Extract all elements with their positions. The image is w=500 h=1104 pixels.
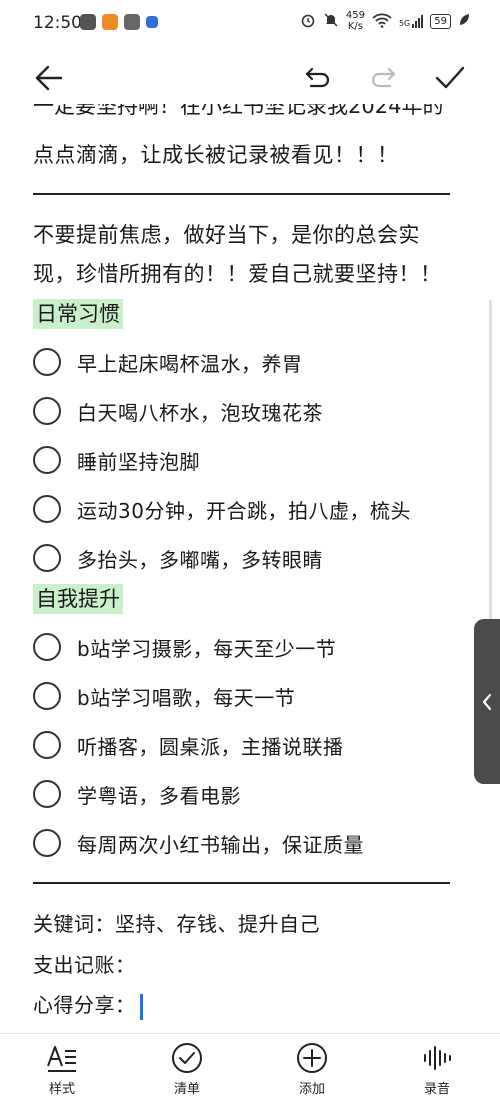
wechat-icon [80,14,96,30]
checklist-icon [172,1043,202,1073]
sharing-label: 心得分享： [33,993,136,1017]
checklist-item-text: 运动30分钟，开合跳，拍八虚，梳头 [77,498,411,523]
alarm-icon [300,12,316,31]
checklist-item-text: 学粤语，多看电影 [77,783,241,808]
chevron-left-icon [482,693,492,710]
net-speed: 459 K/s [346,10,365,32]
checklist-item[interactable]: b站学习唱歌，每天一节 [33,676,295,716]
checkbox-circle[interactable] [33,829,61,857]
divider [33,882,450,884]
notification-icons [80,14,158,30]
checklist-label: 清单 [173,1082,200,1097]
wifi-icon [372,12,392,31]
status-bar: 12:50 459 K/s 5G 59 [0,0,500,46]
undo-icon [305,67,330,88]
check-icon [435,66,465,89]
text-cursor [139,993,143,1020]
checklist-item-text: 多抬头，多嘟嘴，多转眼睛 [77,547,323,572]
bottom-toolbar: 样式 清单 添加 录音 [0,1033,500,1104]
paragraph-line[interactable]: 现，珍惜所拥有的！！爱自己就要坚持！！ [33,254,442,294]
checkbox-circle[interactable] [33,397,61,425]
sharing-line[interactable]: 心得分享： [33,989,143,1020]
checklist-item[interactable]: 运动30分钟，开合跳，拍八虚，梳头 [33,489,411,529]
divider [33,193,450,195]
app-badge-icon [146,16,158,28]
add-label: 添加 [298,1082,325,1097]
signal-icon: 5G [398,14,424,28]
app-notification-icon [102,14,118,30]
status-time: 12:50 [33,13,82,33]
status-right: 459 K/s 5G 59 [300,10,470,32]
checklist-item[interactable]: 学粤语，多看电影 [33,774,241,814]
checkbox-circle[interactable] [33,731,61,759]
text-style-icon [47,1046,76,1072]
checklist-item[interactable]: 多抬头，多嘟嘴，多转眼睛 [33,538,323,578]
side-panel-handle[interactable] [474,619,500,784]
editor-toolbar [0,48,500,108]
checklist-item[interactable]: 早上起床喝杯温水，养胃 [33,342,303,382]
net-speed-value: 459 [345,10,365,21]
checklist-item-text: 白天喝八杯水，泡玫瑰花茶 [77,400,323,425]
checkbox-circle[interactable] [33,633,61,661]
add-circle-icon [297,1043,327,1073]
checklist-item[interactable]: 白天喝八杯水，泡玫瑰花茶 [33,391,323,431]
style-label: 样式 [48,1082,75,1097]
checklist-button[interactable]: 清单 [152,1042,222,1097]
checkbox-circle[interactable] [33,780,61,808]
back-arrow-icon [35,65,63,91]
add-button[interactable]: 添加 [277,1042,347,1097]
section-heading-daily-habits[interactable]: 日常习惯 [33,299,123,329]
record-label: 录音 [423,1082,450,1097]
checklist-item-text: 每周两次小红书输出，保证质量 [77,832,364,857]
save-check-button[interactable] [432,60,468,96]
leaf-icon [458,13,470,30]
undo-button[interactable] [300,60,336,96]
checklist-item[interactable]: 每周两次小红书输出，保证质量 [33,823,364,863]
checkbox-circle[interactable] [33,348,61,376]
keywords-line[interactable]: 关键词：坚持、存钱、提升自己 [33,908,320,937]
checkbox-circle[interactable] [33,446,61,474]
redo-button[interactable] [365,60,401,96]
checklist-item[interactable]: b站学习摄影，每天至少一节 [33,627,336,667]
record-button[interactable]: 录音 [402,1042,472,1097]
back-button[interactable] [31,60,67,96]
checklist-item-text: 早上起床喝杯温水，养胃 [77,351,303,376]
checklist-item-text: 听播客，圆桌派，主播说联播 [77,734,344,759]
signal-label: 5G [398,18,411,28]
battery-indicator: 59 [430,13,451,29]
checklist-item[interactable]: 听播客，圆桌派，主播说联播 [33,725,344,765]
sound-wave-icon [424,1046,451,1070]
checkbox-circle[interactable] [33,682,61,710]
style-button[interactable]: 样式 [27,1042,97,1097]
paragraph-line[interactable]: 点点滴滴，让成长被记录被看见！！！ [33,135,399,175]
expense-line[interactable]: 支出记账： [33,949,136,978]
clipped-text: 一定要坚持啊！在小红书坚记录我2024年的 [33,104,444,118]
section-heading-self-improvement[interactable]: 自我提升 [33,584,123,614]
checkbox-circle[interactable] [33,544,61,572]
checklist-item-text: b站学习唱歌，每天一节 [77,685,296,710]
checklist-item[interactable]: 睡前坚持泡脚 [33,440,200,480]
mute-icon [323,12,339,31]
paragraph-line[interactable]: 不要提前焦虑，做好当下，是你的总会实 [33,215,420,255]
link-icon [124,14,140,30]
checkbox-circle[interactable] [33,495,61,523]
scrollbar[interactable] [489,300,492,620]
checklist-item-text: 睡前坚持泡脚 [77,449,200,474]
redo-icon [371,67,396,88]
checklist-item-text: b站学习摄影，每天至少一节 [77,636,337,661]
clipped-text-line[interactable]: 一定要坚持啊！在小红书坚记录我2024年的 [33,104,443,120]
net-speed-unit: K/s [347,21,363,32]
